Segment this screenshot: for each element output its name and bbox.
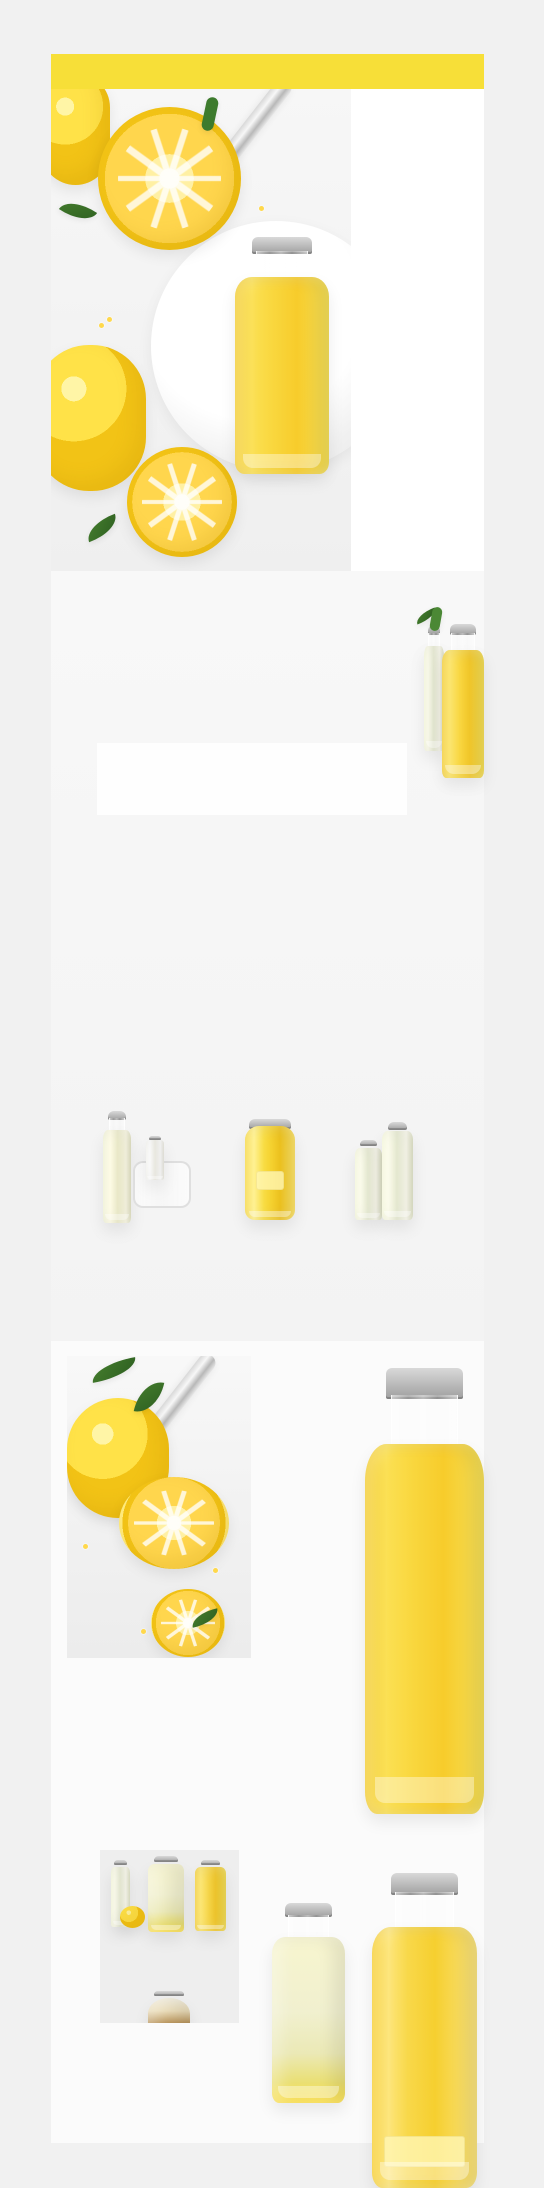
mid-product-1-mini-bottle-cap [149, 1136, 161, 1140]
hero-speck-1 [99, 323, 104, 328]
lower-product-pale-bottle [272, 1903, 345, 2103]
mid-product-3-bottle-left [355, 1140, 382, 1220]
mid-product-3-bottle-left-body [355, 1148, 382, 1220]
hero-image [51, 89, 351, 571]
mid-product-3-bottle-right [382, 1122, 413, 1220]
mid-small-yellow-bottle [442, 624, 484, 778]
hero-bottle [235, 237, 329, 474]
lower-product-cloudy-bottle-label [383, 2135, 466, 2168]
lower-left-photo-slice-rays [161, 1598, 215, 1648]
lower-left-photo-leaf-1 [89, 1357, 139, 1383]
lower-collage-bottle-3 [195, 1860, 226, 1931]
lower-collage-bottle-1-cap [114, 1860, 127, 1866]
lower-left-photo-half-lemon-rays [134, 1489, 214, 1557]
lower-left-photo-speck-3 [213, 1568, 218, 1573]
mid-small-yellow-bottle-body [442, 650, 484, 778]
lower-left-photo-slice [151, 1589, 225, 1657]
lower-section [51, 1341, 484, 2188]
mid-product-1-bottle-body [103, 1130, 131, 1223]
lower-collage [100, 1850, 239, 2023]
hero-speck-2 [107, 317, 112, 322]
lower-collage-bottle-2 [148, 1856, 184, 1932]
mid-product-3-bottle-right-cap [387, 1122, 408, 1130]
hero-side-panel [351, 89, 484, 571]
mid-small-pale-bottle-body [424, 646, 444, 751]
lower-collage-bottle-2-body [148, 1863, 184, 1932]
lower-left-photo [67, 1356, 251, 1658]
lower-product-cloudy-bottle [372, 1873, 477, 2188]
lower-collage-bottle-3-cap [200, 1860, 221, 1865]
lower-collage-bottle-3-body [195, 1867, 226, 1931]
hero-speck-3 [259, 206, 264, 211]
mid-product-2-jar [245, 1119, 295, 1220]
hero-lemon-half-bottom-rays [142, 462, 222, 542]
middle-section [51, 571, 484, 1341]
mid-product-2-jar-label [256, 1171, 284, 1190]
mid-product-3-bottle-right-body [382, 1130, 413, 1220]
lower-tall-bottle-body [365, 1443, 484, 1814]
hero-lemon-bottom-left [51, 345, 146, 491]
lower-collage-honey-jar-body [148, 1998, 190, 2023]
hero-lemon-half-top [98, 107, 241, 250]
mid-product-1-bottle [103, 1111, 131, 1223]
lower-product-cloudy-bottle-body [372, 1926, 477, 2188]
hero-leaf-left [58, 194, 98, 228]
lower-left-photo-half-lemon [119, 1477, 229, 1569]
mid-product-3-bottle-left-cap [359, 1140, 378, 1147]
mid-small-pale-bottle [424, 625, 444, 751]
hero-bottle-body [235, 277, 329, 474]
middle-soft-banner [97, 743, 407, 815]
hero-lemon-half-top-rays [118, 127, 221, 230]
lower-tall-bottle [365, 1368, 484, 1814]
content-frame [51, 54, 484, 2188]
mid-product-1-mini-bottle [146, 1136, 164, 1180]
lower-left-photo-speck-1 [83, 1544, 88, 1549]
lower-product-pale-bottle-body [272, 1937, 345, 2103]
lower-collage-bottle-2-cap [154, 1856, 178, 1863]
hero-leaf-bottom [82, 513, 122, 543]
lower-collage-honey-jar [148, 1991, 190, 2023]
top-accent-bar [51, 54, 484, 89]
hero-lemon-half-bottom [127, 447, 237, 557]
mid-product-1-mini-bottle-body [146, 1139, 164, 1180]
lower-collage-lemon [120, 1906, 145, 1928]
lower-collage-honey-jar-cap [153, 1991, 185, 1997]
page-root [0, 0, 544, 2188]
lower-left-photo-speck-2 [141, 1629, 146, 1634]
mid-product-2-jar-body [245, 1126, 295, 1220]
